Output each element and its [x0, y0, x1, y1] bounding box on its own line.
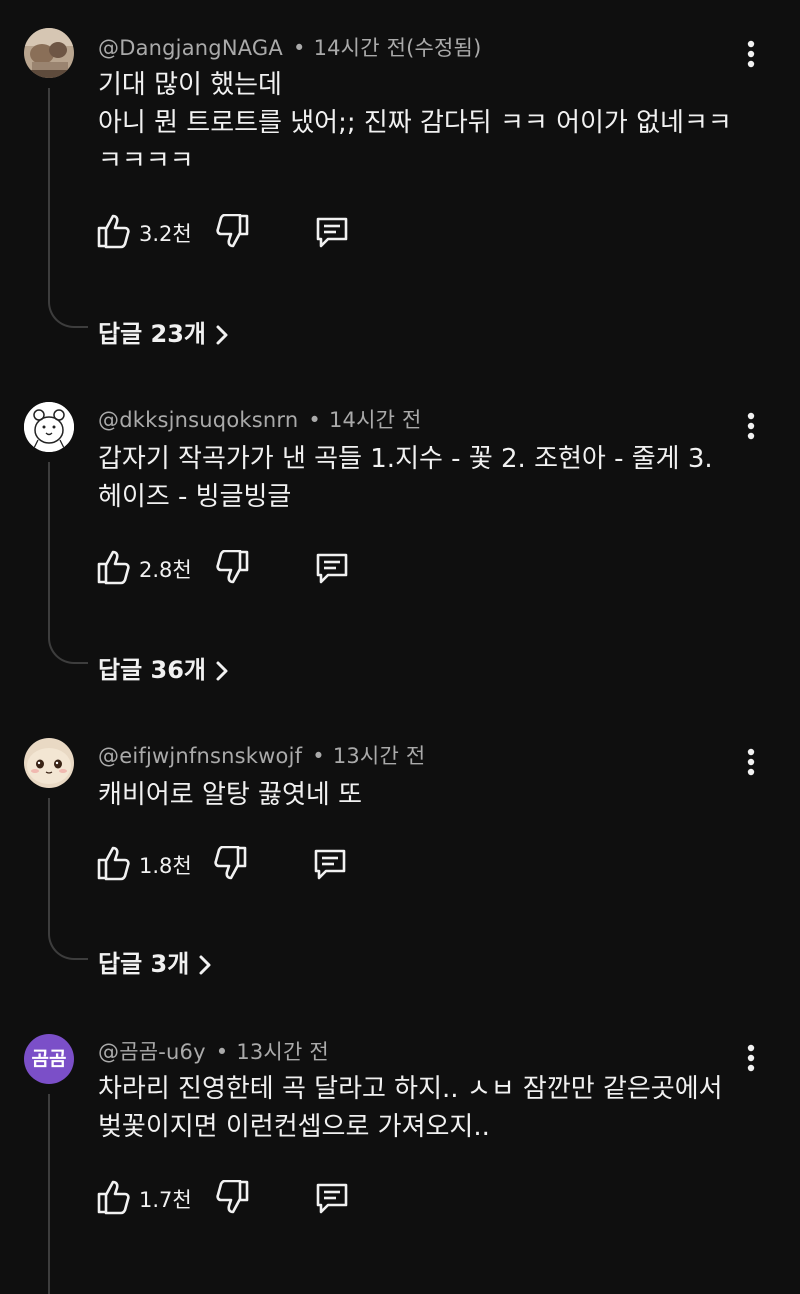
thumbs-up-icon[interactable] — [96, 212, 132, 250]
comment-meta: @곰곰-u6y • 13시간 전 — [98, 1036, 329, 1066]
comment-text: 갑자기 작곡가가 낸 곡들 1.지수 - 꽃 2. 조현아 - 줄게 3. 헤이… — [98, 444, 713, 512]
thread-line — [48, 1094, 88, 1294]
author-name[interactable]: @DangjangNAGA — [98, 36, 283, 60]
thumbs-down-icon[interactable] — [214, 549, 250, 588]
author-name[interactable]: @dkksjnsuqoksnrn — [98, 408, 298, 432]
thumbs-down-icon[interactable] — [214, 213, 250, 252]
separator-dot: • — [215, 1040, 229, 1064]
comment-text: 캐비어로 알탕 끓엿네 또 — [98, 780, 362, 810]
comment-icon[interactable] — [314, 214, 350, 250]
avatar[interactable]: 곰곰 — [24, 1034, 74, 1084]
chevron-right-icon — [214, 660, 230, 682]
avatar[interactable] — [24, 738, 74, 788]
separator-dot: • — [292, 36, 306, 60]
avatar[interactable] — [24, 402, 74, 452]
thread-line — [48, 798, 88, 960]
comment-meta: @DangjangNAGA • 14시간 전(수정됨) — [98, 32, 481, 62]
like-count: 2.8천 — [139, 558, 192, 582]
comment-actions: 3.2천 — [96, 212, 356, 252]
like-count: 3.2천 — [139, 222, 192, 246]
replies-count: 답글 23개 — [98, 320, 206, 348]
replies-toggle[interactable]: 답글 3개 — [98, 944, 213, 979]
timestamp: 13시간 전 — [332, 744, 426, 768]
comment-text: 차라리 진영한테 곡 달라고 하지.. ㅅㅂ 잠깐만 같은곳에서 벚꽃이지면 이… — [98, 1074, 723, 1142]
replies-toggle[interactable]: 답글 23개 — [98, 314, 230, 349]
thumbs-up-icon[interactable] — [96, 844, 132, 882]
thread-line — [48, 88, 88, 328]
chevron-right-icon — [214, 324, 230, 346]
timestamp: 14시간 전(수정됨) — [313, 36, 482, 60]
thread-line — [48, 462, 88, 664]
replies-toggle[interactable]: 답글 36개 — [98, 650, 230, 685]
author-name[interactable]: @eifjwjnfnsnskwojf — [98, 744, 302, 768]
comment-actions: 1.7천 — [96, 1178, 356, 1218]
thumbs-down-icon[interactable] — [212, 845, 248, 884]
chevron-right-icon — [197, 954, 213, 976]
separator-dot: • — [308, 408, 321, 432]
comment-icon[interactable] — [314, 550, 350, 586]
timestamp: 13시간 전 — [236, 1040, 329, 1064]
separator-dot: • — [312, 744, 325, 768]
replies-count: 답글 3개 — [98, 950, 190, 978]
like-count: 1.7천 — [139, 1188, 192, 1212]
comment-actions: 2.8천 — [96, 548, 356, 588]
comment-meta: @eifjwjnfnsnskwojf • 13시간 전 — [98, 740, 425, 770]
author-name[interactable]: @곰곰-u6y — [98, 1040, 206, 1064]
thumbs-up-icon[interactable] — [96, 1178, 132, 1216]
replies-count: 답글 36개 — [98, 656, 206, 684]
comment-meta: @dkksjnsuqoksnrn • 14시간 전 — [98, 404, 422, 434]
thumbs-up-icon[interactable] — [96, 548, 132, 586]
comment-icon[interactable] — [314, 1180, 350, 1216]
thumbs-down-icon[interactable] — [214, 1179, 250, 1218]
comment-text: 기대 많이 했는데 아니 뭔 트로트를 냈어;; 진짜 감다뒤 ㅋㅋ 어이가 없… — [98, 70, 732, 176]
comment-actions: 1.8천 — [96, 844, 356, 884]
comment-icon[interactable] — [312, 846, 348, 882]
avatar[interactable] — [24, 28, 74, 78]
like-count: 1.8천 — [139, 854, 192, 878]
timestamp: 14시간 전 — [328, 408, 422, 432]
